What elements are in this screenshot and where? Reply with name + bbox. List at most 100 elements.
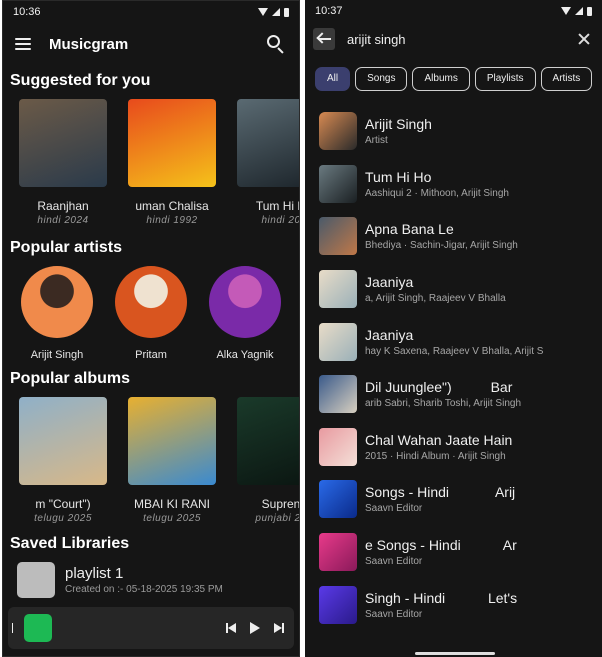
result-title: Chal Wahan Jaate Hain	[365, 431, 513, 448]
result-thumbnail	[319, 427, 357, 466]
wifi-icon	[258, 8, 268, 16]
card-title: Raanjhan	[37, 199, 89, 213]
chip-artists[interactable]: Artists	[540, 67, 593, 91]
close-icon[interactable]	[578, 33, 590, 45]
result-row[interactable]: e Songs - Hindi Ar Saavn Editor	[305, 526, 602, 579]
result-thumbnail	[319, 533, 357, 572]
result-title: Apna Bana Le	[365, 221, 454, 238]
result-thumbnail	[319, 585, 357, 624]
library-item[interactable]: playlist 1 Created on :- 05-18-2025 19:3…	[3, 556, 299, 604]
search-results: Arijit Singh Artist Tum Hi Ho Aashiqui 2 · …	[305, 105, 602, 631]
chip-albums[interactable]: Albums	[412, 67, 470, 91]
now-playing-art	[24, 614, 52, 642]
artist-card[interactable]: Alka Yagnik	[209, 266, 281, 361]
card-subtitle: telugu 2025	[34, 513, 92, 524]
avatar	[21, 266, 93, 338]
result-row[interactable]: Chal Wahan Jaate Hain 2015 · Hindi Album …	[305, 421, 602, 474]
result-subtitle: a, Arijit Singh, Raajeev V Bhalla	[365, 293, 506, 305]
status-bar: 10:37	[305, 0, 602, 22]
result-row[interactable]: Singh - Hindi Let's Saavn Editor	[305, 578, 602, 631]
playlist-meta: Created on :- 05-18-2025 19:35 PM	[65, 584, 223, 595]
status-icons	[258, 7, 289, 17]
result-row[interactable]: Dil Juunglee") Bar arib Sabri, Sharib Tos…	[305, 368, 602, 421]
status-icons	[561, 6, 592, 16]
result-thumbnail	[319, 217, 357, 256]
skip-next-icon[interactable]	[274, 623, 284, 633]
status-bar: 10:36	[3, 1, 299, 23]
result-subtitle: Saavn Editor	[365, 556, 423, 568]
suggested-row: Raanjhan hindi 2024 uman Chalisa hindi 1…	[3, 99, 299, 226]
suggested-card[interactable]: Raanjhan hindi 2024	[19, 99, 107, 226]
cover-art	[128, 397, 216, 485]
status-time: 10:37	[315, 5, 343, 17]
result-subtitle: Bhediya · Sachin-Jigar, Arijit Singh	[365, 240, 518, 252]
section-title-artists: Popular artists	[10, 239, 123, 256]
card-title: m "Court")	[35, 497, 91, 511]
suggested-card[interactable]: uman Chalisa hindi 1992	[128, 99, 216, 226]
section-title-suggested: Suggested for you	[10, 72, 151, 89]
album-card[interactable]: m "Court") telugu 2025	[19, 397, 107, 524]
skip-previous-icon[interactable]	[226, 623, 236, 633]
result-row[interactable]: Apna Bana Le Bhediya · Sachin-Jigar, Arij…	[305, 210, 602, 263]
artist-name: Alka Yagnik	[216, 349, 274, 361]
result-title: Jaaniya	[365, 326, 414, 343]
battery-icon	[587, 6, 592, 16]
result-row[interactable]: Tum Hi Ho Aashiqui 2 · Mithoon, Arijit Si…	[305, 158, 602, 211]
back-arrow-icon[interactable]	[313, 28, 335, 50]
search-bar: arijit singh	[305, 22, 602, 56]
result-title: Tum Hi Ho	[365, 168, 432, 185]
result-thumbnail	[319, 375, 357, 414]
result-row[interactable]: Jaaniya a, Arijit Singh, Raajeev V Bhalla	[305, 263, 602, 316]
result-row[interactable]: Songs - Hindi Arij Saavn Editor	[305, 473, 602, 526]
status-time: 10:36	[13, 6, 41, 18]
result-subtitle: arib Sabri, Sharib Toshi, Arijit Singh	[365, 398, 522, 410]
artist-card[interactable]: Pritam	[115, 266, 187, 361]
cover-art	[237, 397, 299, 485]
result-row[interactable]: Jaaniya hay K Saxena, Raajeev V Bhalla, A…	[305, 315, 602, 368]
cover-art	[128, 99, 216, 187]
albums-row: m "Court") telugu 2025 MBAI KI RANI telu…	[3, 397, 299, 524]
result-subtitle: Saavn Editor	[365, 503, 423, 515]
result-thumbnail	[319, 322, 357, 361]
text-cursor	[12, 623, 13, 633]
artist-name: Arijit Singh	[30, 349, 84, 361]
playlist-name: playlist 1	[65, 565, 124, 582]
result-subtitle: 2015 · Hindi Album · Arijit Singh	[365, 450, 506, 462]
avatar	[209, 266, 281, 338]
battery-icon	[284, 7, 289, 17]
menu-icon[interactable]	[15, 38, 31, 50]
result-subtitle: hay K Saxena, Raajeev V Bhalla, Arijit S	[365, 345, 544, 357]
home-indicator	[415, 652, 495, 655]
result-title: Songs - Hindi Arij	[365, 484, 516, 501]
result-thumbnail	[319, 112, 357, 151]
chip-playlists[interactable]: Playlists	[474, 67, 536, 91]
app-bar: Musicgram	[3, 23, 299, 65]
album-card[interactable]: Supren punjabi 20	[237, 397, 299, 524]
wifi-icon	[561, 7, 571, 15]
artists-row: Arijit Singh Pritam Alka Yagnik	[3, 266, 299, 361]
result-subtitle: Artist	[365, 135, 388, 147]
card-subtitle: hindi 1992	[146, 215, 198, 226]
album-card[interactable]: MBAI KI RANI telugu 2025	[128, 397, 216, 524]
chip-all[interactable]: All	[315, 67, 351, 91]
card-subtitle: telugu 2025	[143, 513, 201, 524]
mini-player[interactable]	[8, 607, 294, 649]
card-title: uman Chalisa	[135, 199, 209, 213]
search-screen: 10:37 arijit singh All Songs Albums Play…	[305, 0, 602, 657]
suggested-card[interactable]: Tum Hi H hindi 20	[237, 99, 299, 226]
artist-name: Pritam	[135, 349, 167, 361]
result-row[interactable]: Arijit Singh Artist	[305, 105, 602, 158]
play-icon[interactable]	[250, 622, 260, 634]
result-title: Dil Juunglee") Bar	[365, 379, 513, 396]
result-thumbnail	[319, 164, 357, 203]
search-input[interactable]: arijit singh	[347, 32, 578, 47]
card-subtitle: hindi 2024	[37, 215, 89, 226]
card-title: MBAI KI RANI	[133, 497, 210, 511]
chip-songs[interactable]: Songs	[355, 67, 408, 91]
section-title-saved: Saved Libraries	[10, 535, 130, 552]
artist-card[interactable]: Arijit Singh	[21, 266, 93, 361]
playlist-thumbnail	[17, 562, 55, 598]
result-thumbnail	[319, 480, 357, 519]
search-icon[interactable]	[267, 35, 285, 54]
cover-art	[19, 99, 107, 187]
